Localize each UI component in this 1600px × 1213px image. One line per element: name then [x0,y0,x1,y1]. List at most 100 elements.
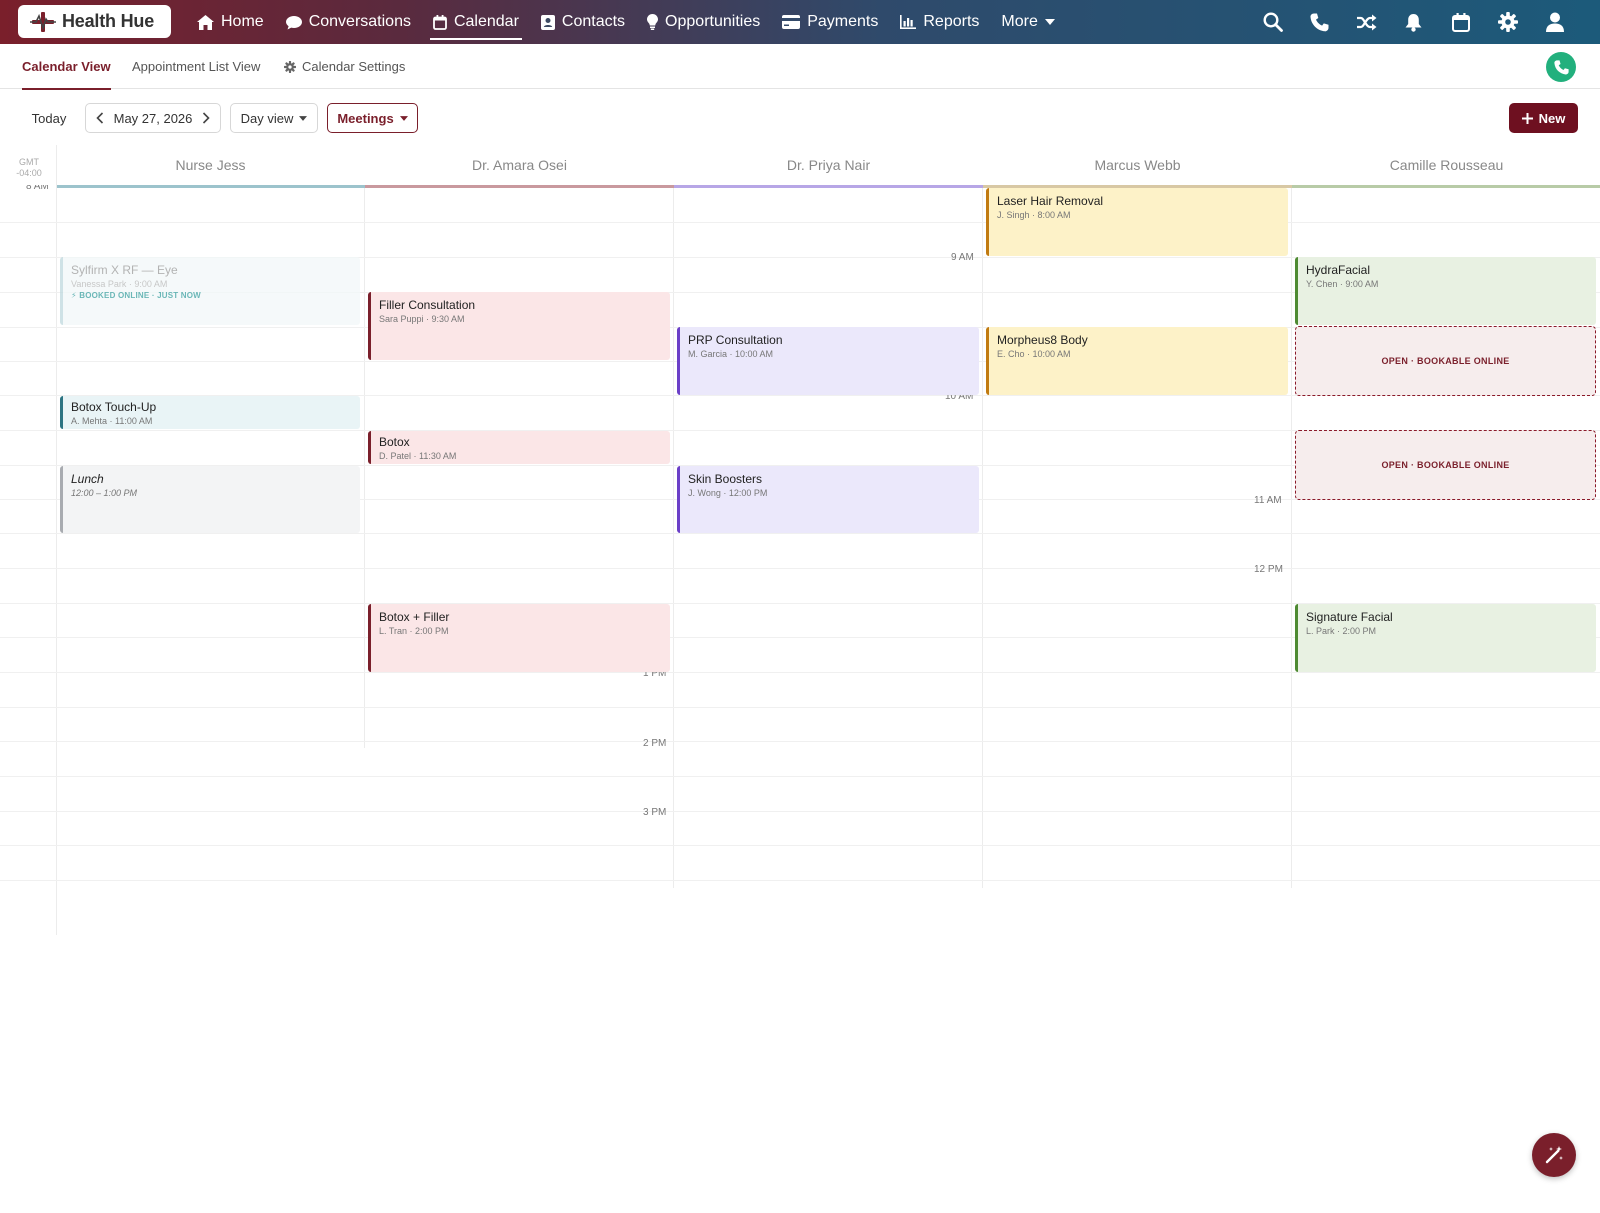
tab-label: Appointment List View [132,59,261,74]
filter-label: Meetings [337,110,394,126]
appointment-detail: L. Tran · 2:00 PM [379,626,449,636]
column-header-nurse-jess[interactable]: Nurse Jess [56,157,365,173]
new-appointment-button[interactable]: New [1509,103,1578,133]
appointment-laser-hair-removal[interactable]: Laser Hair Removal J. Singh · 8:00 AM [986,188,1288,256]
top-navbar: Health Hue Home Conversations Calendar C… [0,0,1600,44]
appointment-title: Morpheus8 Body [997,333,1088,347]
hour-line [0,845,1600,846]
phone-icon [1310,13,1329,31]
column-header-priya-nair[interactable]: Dr. Priya Nair [674,157,983,173]
appointment-botox[interactable]: Botox D. Patel · 11:30 AM [368,431,670,464]
column-header-marcus-webb[interactable]: Marcus Webb [983,157,1292,173]
appointment-title: Sylfirm X RF — Eye [71,263,178,277]
bell-icon [1405,13,1422,32]
appointment-sylfirm[interactable]: Sylfirm X RF — Eye Vanessa Park · 9:00 A… [60,257,360,325]
open-slot-bookable[interactable]: OPEN · BOOKABLE ONLINE [1295,430,1596,500]
tab-calendar-settings[interactable]: Calendar Settings [284,44,405,89]
appointment-detail: Sara Puppi · 9:30 AM [379,314,465,324]
appointment-detail: 12:00 – 1:00 PM [71,488,138,498]
search-button[interactable] [1249,0,1296,44]
appointment-title: Signature Facial [1306,610,1393,624]
call-button[interactable] [1546,52,1576,82]
half-hour-line [0,533,1600,534]
search-icon [1262,12,1283,32]
lightbulb-icon [647,14,659,30]
column-divider [982,188,983,888]
tab-calendar-view[interactable]: Calendar View [22,44,111,90]
bar-chart-icon [900,15,917,29]
phone-button[interactable] [1296,0,1343,44]
time-label: 3 PM [643,807,667,818]
nav-item-payments[interactable]: Payments [771,0,889,44]
nav-item-conversations[interactable]: Conversations [275,0,422,44]
appointment-botox-filler[interactable]: Botox + Filler L. Tran · 2:00 PM [368,604,670,672]
contact-card-icon [540,14,555,30]
settings-button[interactable] [1484,0,1531,44]
nav-item-calendar[interactable]: Calendar [422,0,530,44]
calendar-icon [1451,12,1470,32]
appointment-title: Laser Hair Removal [997,194,1104,208]
half-hour-line [0,811,1600,812]
plus-icon [1521,112,1533,124]
appointment-title: HydraFacial [1306,263,1371,277]
appointment-filler-consultation[interactable]: Filler Consultation Sara Puppi · 9:30 AM [368,292,670,360]
open-slot-label: OPEN · BOOKABLE ONLINE [1381,460,1510,470]
appointment-detail: M. Garcia · 10:00 AM [688,349,774,359]
appointment-hydrafacial[interactable]: HydraFacial Y. Chen · 9:00 AM [1295,257,1596,325]
lunch-block[interactable]: Lunch 12:00 – 1:00 PM [60,466,360,533]
column-color-bar [365,185,674,188]
column-divider [364,188,365,748]
hour-line [0,568,1600,569]
tab-appointment-list-view[interactable]: Appointment List View [132,44,260,89]
nav-label: Calendar [453,13,519,30]
brand-logo[interactable]: Health Hue [18,5,171,38]
caret-down-icon [399,115,408,121]
appointment-skin-boosters[interactable]: Skin Boosters J. Wong · 12:00 PM [677,466,979,533]
open-slot-bookable[interactable]: OPEN · BOOKABLE ONLINE [1295,326,1596,396]
nav-item-more[interactable]: More [990,0,1065,44]
tab-label: Calendar Settings [302,59,406,74]
view-selector[interactable]: Day view [230,103,318,133]
half-hour-line [0,741,1600,742]
appointment-title: Botox [379,435,410,449]
chevron-right-icon[interactable] [202,112,210,124]
appointment-title: Lunch [71,472,104,486]
nav-label: Conversations [308,13,411,30]
phone-icon [1553,59,1569,74]
time-label: 9 AM [951,252,974,263]
notifications-button[interactable] [1390,0,1437,44]
nav-item-reports[interactable]: Reports [889,0,990,44]
nav-label: Payments [807,13,879,30]
appointment-botox-touch-up[interactable]: Botox Touch-Up A. Mehta · 11:00 AM [60,396,360,429]
today-label: Today [31,110,67,126]
column-divider [673,188,674,888]
nav-label: Reports [923,13,980,30]
appointment-prp-consultation[interactable]: PRP Consultation M. Garcia · 10:00 AM [677,327,979,395]
calendar-grid: GMT -04:00 8 AM Nurse Jess Dr. Amara Ose… [0,145,1600,945]
today-button[interactable]: Today [20,103,78,133]
tab-label: Calendar View [22,59,111,74]
calendar-toolbar: Today May 27, 2026 Day view Meetings New [0,90,1600,145]
chat-icon [285,15,302,29]
nav-item-opportunities[interactable]: Opportunities [636,0,771,44]
appointment-detail: Y. Chen · 9:00 AM [1306,279,1379,289]
appointment-morpheus8-body[interactable]: Morpheus8 Body E. Cho · 10:00 AM [986,327,1288,395]
half-hour-line [0,880,1600,881]
nav-item-contacts[interactable]: Contacts [530,0,636,44]
profile-button[interactable] [1531,0,1578,44]
calendar-shortcut-button[interactable] [1437,0,1484,44]
ai-assistant-button[interactable] [1532,1133,1576,1177]
appointment-signature-facial[interactable]: Signature Facial L. Park · 2:00 PM [1295,604,1596,672]
time-label: 2 PM [643,738,667,749]
column-header-amara-osei[interactable]: Dr. Amara Osei [365,157,674,173]
magic-wand-icon [1545,1146,1563,1164]
appointment-detail: Vanessa Park · 9:00 AM [71,279,168,289]
home-icon [197,14,214,30]
meetings-filter[interactable]: Meetings [327,103,418,133]
current-date[interactable]: May 27, 2026 [114,111,193,126]
shuffle-button[interactable] [1343,0,1390,44]
chevron-left-icon[interactable] [96,112,104,124]
column-header-camille-rousseau[interactable]: Camille Rousseau [1292,157,1600,173]
nav-item-home[interactable]: Home [186,0,275,44]
nav-label: Home [221,13,264,30]
